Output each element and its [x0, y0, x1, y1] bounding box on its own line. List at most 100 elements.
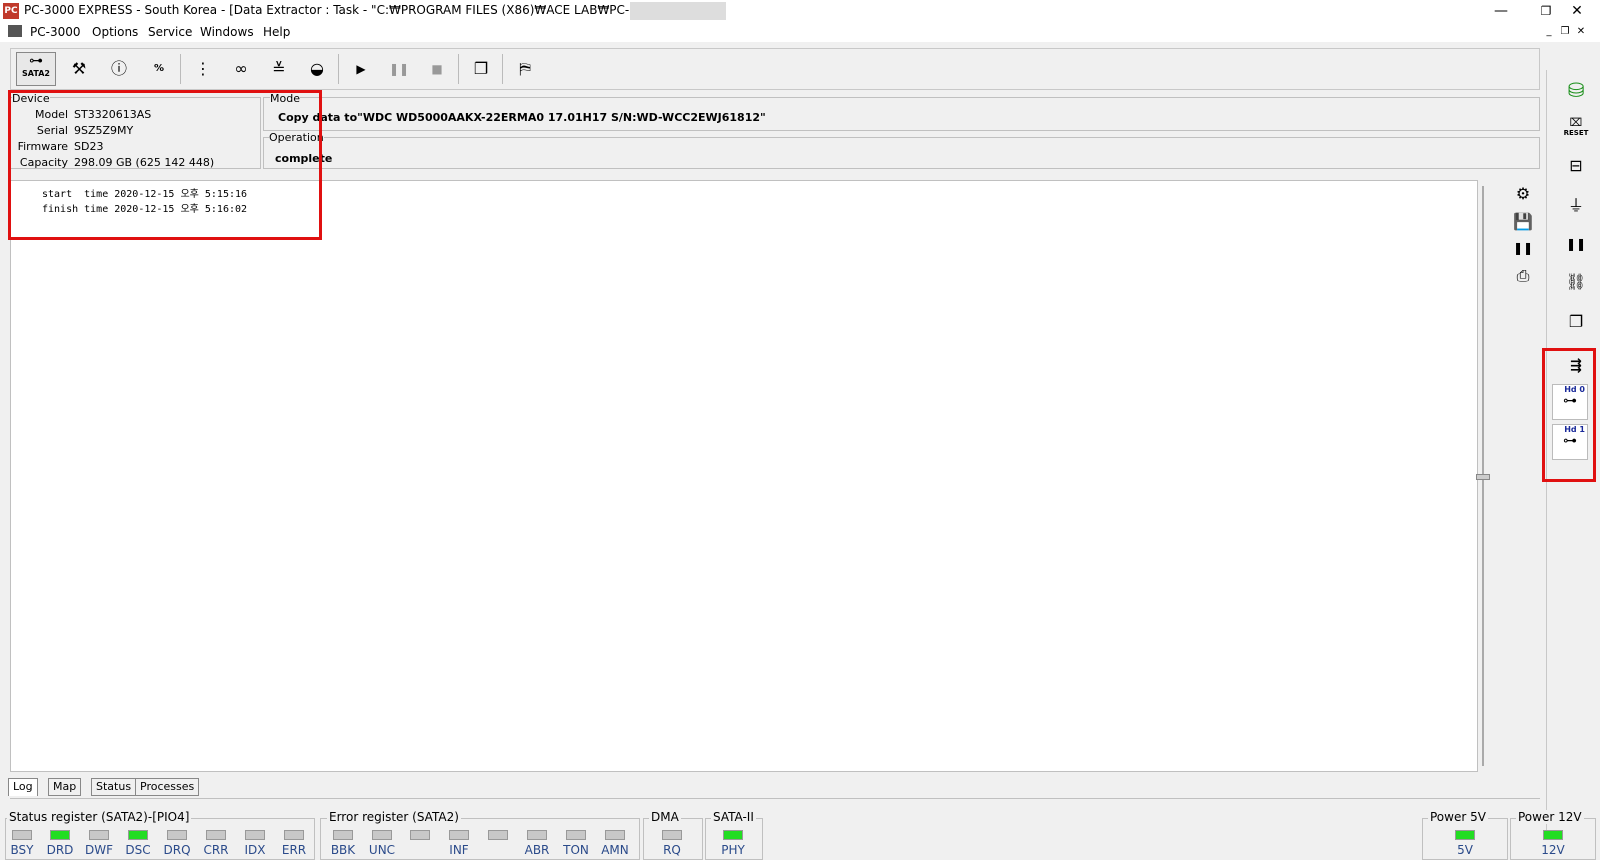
stop-icon[interactable]: ■ [422, 54, 452, 84]
percent-icon[interactable]: % [144, 54, 174, 84]
dma-title: DMA [649, 810, 681, 824]
status-bsy-led [12, 830, 32, 840]
status-idx-label: IDX [244, 843, 266, 857]
sata2-label: SATA2 [22, 69, 50, 78]
log-area[interactable] [10, 180, 1478, 772]
mdi-close-button[interactable]: ✕ [1574, 26, 1588, 37]
dma-rq-led [662, 830, 682, 840]
power-5v-led [1455, 830, 1475, 840]
mdi-minimize-button[interactable]: _ [1542, 26, 1556, 37]
error-inf-led [449, 830, 469, 840]
hd0-button[interactable]: Hd 0 ⊶ [1552, 384, 1588, 420]
status-idx-led [245, 830, 265, 840]
power-5v-label: 5V [1457, 843, 1473, 857]
close-button[interactable]: ✕ [1554, 0, 1600, 22]
error-abr-led [527, 830, 547, 840]
menu-app-icon [8, 25, 22, 37]
menu-pc3000[interactable]: PC-3000 [30, 25, 80, 39]
error-unc-led [372, 830, 392, 840]
sata-phy-led [723, 830, 743, 840]
operation-panel [263, 137, 1540, 169]
tab-processes[interactable]: Processes [135, 778, 200, 796]
app-icon: PC [3, 3, 19, 19]
status-dsc-led [128, 830, 148, 840]
error-amn-label: AMN [601, 843, 629, 857]
minimize-button[interactable]: — [1478, 0, 1524, 22]
sata2-button[interactable]: ⊶ SATA2 [16, 52, 56, 86]
hd1-icon: ⊶ [1563, 433, 1577, 449]
error-bbk-label: BBK [330, 843, 356, 857]
status-dsc-label: DSC [125, 843, 151, 857]
tab-divider [10, 798, 1540, 799]
mdi-restore-button[interactable]: ❐ [1558, 26, 1572, 37]
error-abr-label: ABR [524, 843, 550, 857]
status-crr-led [206, 830, 226, 840]
tab-map[interactable]: Map [48, 778, 82, 796]
toolbar-separator [458, 54, 459, 84]
chain-icon[interactable]: ⛓ [1560, 266, 1592, 298]
status-err-label: ERR [281, 843, 307, 857]
power-12v-label: 12V [1541, 843, 1565, 857]
title-blur [630, 2, 726, 20]
tree-icon[interactable]: ⋮ [188, 54, 218, 84]
menu-windows[interactable]: Windows [200, 25, 254, 39]
status-register-title: Status register (SATA2)-[PIO4] [7, 810, 192, 824]
error-amn-led [605, 830, 625, 840]
error-ton-led [566, 830, 586, 840]
binoculars-icon[interactable]: ∞ [226, 54, 256, 84]
windows-icon[interactable]: ❐ [466, 54, 496, 84]
reset-button[interactable]: ⌧ RESET [1558, 116, 1594, 137]
database-icon[interactable]: ⛁ [1560, 74, 1592, 106]
plug-icon[interactable]: ⏚ [1560, 190, 1592, 222]
highlight-device-box [8, 90, 322, 240]
tools-icon[interactable]: ⚒ [64, 54, 94, 84]
play-icon[interactable]: ▶ [346, 54, 376, 84]
toolbar-separator [502, 54, 503, 84]
pause-icon[interactable]: ❚❚ [384, 54, 414, 84]
menu-service[interactable]: Service [148, 25, 192, 39]
slider-thumb[interactable] [1476, 474, 1490, 480]
reset-label: RESET [1563, 129, 1589, 137]
power-12v-led [1543, 830, 1563, 840]
status-drd-led [50, 830, 70, 840]
mode-text: Copy data to"WDC WD5000AAKX-22ERMA0 17.0… [278, 111, 766, 124]
status-dwf-led [89, 830, 109, 840]
status-drq-label: DRQ [163, 843, 191, 857]
id-icon[interactable]: ⓘ [104, 54, 134, 84]
side-pause-icon[interactable]: ❚❚ [1560, 228, 1592, 260]
error-blank4-led [488, 830, 508, 840]
tab-status[interactable]: Status [91, 778, 137, 796]
status-crr-label: CRR [203, 843, 229, 857]
disk-icon[interactable]: ◒ [302, 54, 332, 84]
copy-close-icon[interactable]: ❐ [1560, 306, 1592, 338]
status-drq-led [167, 830, 187, 840]
log-slider[interactable] [1476, 186, 1490, 766]
error-register-title: Error register (SATA2) [327, 810, 461, 824]
tab-log[interactable]: Log [8, 778, 38, 796]
stack-icon[interactable]: ≚ [264, 54, 294, 84]
exit-icon[interactable]: ⛿ [510, 54, 540, 84]
window-title: PC-3000 EXPRESS - South Korea - [Data Ex… [24, 3, 705, 17]
log-export-icon[interactable]: ⎙ [1507, 260, 1539, 292]
status-dwf-label: DWF [84, 843, 113, 857]
power12-title: Power 12V [1516, 810, 1584, 824]
sata-phy-label: PHY [721, 843, 745, 857]
error-ton-label: TON [563, 843, 589, 857]
status-drd-label: DRD [46, 843, 74, 857]
ruler-icon[interactable]: ⊟ [1560, 150, 1592, 182]
error-inf-label: INF [449, 843, 469, 857]
error-unc-label: UNC [368, 843, 396, 857]
connector-icon[interactable]: ⇶ [1560, 350, 1592, 382]
toolbar-separator [338, 54, 339, 84]
status-bsy-label: BSY [10, 843, 34, 857]
hd1-button[interactable]: Hd 1 ⊶ [1552, 424, 1588, 460]
sata-title: SATA-II [711, 810, 756, 824]
error-bbk-led [333, 830, 353, 840]
toolbar-separator [180, 54, 181, 84]
menu-options[interactable]: Options [92, 25, 138, 39]
power5-title: Power 5V [1428, 810, 1488, 824]
status-err-led [284, 830, 304, 840]
error-blank2-led [410, 830, 430, 840]
menu-help[interactable]: Help [263, 25, 290, 39]
dma-rq-label: RQ [663, 843, 681, 857]
